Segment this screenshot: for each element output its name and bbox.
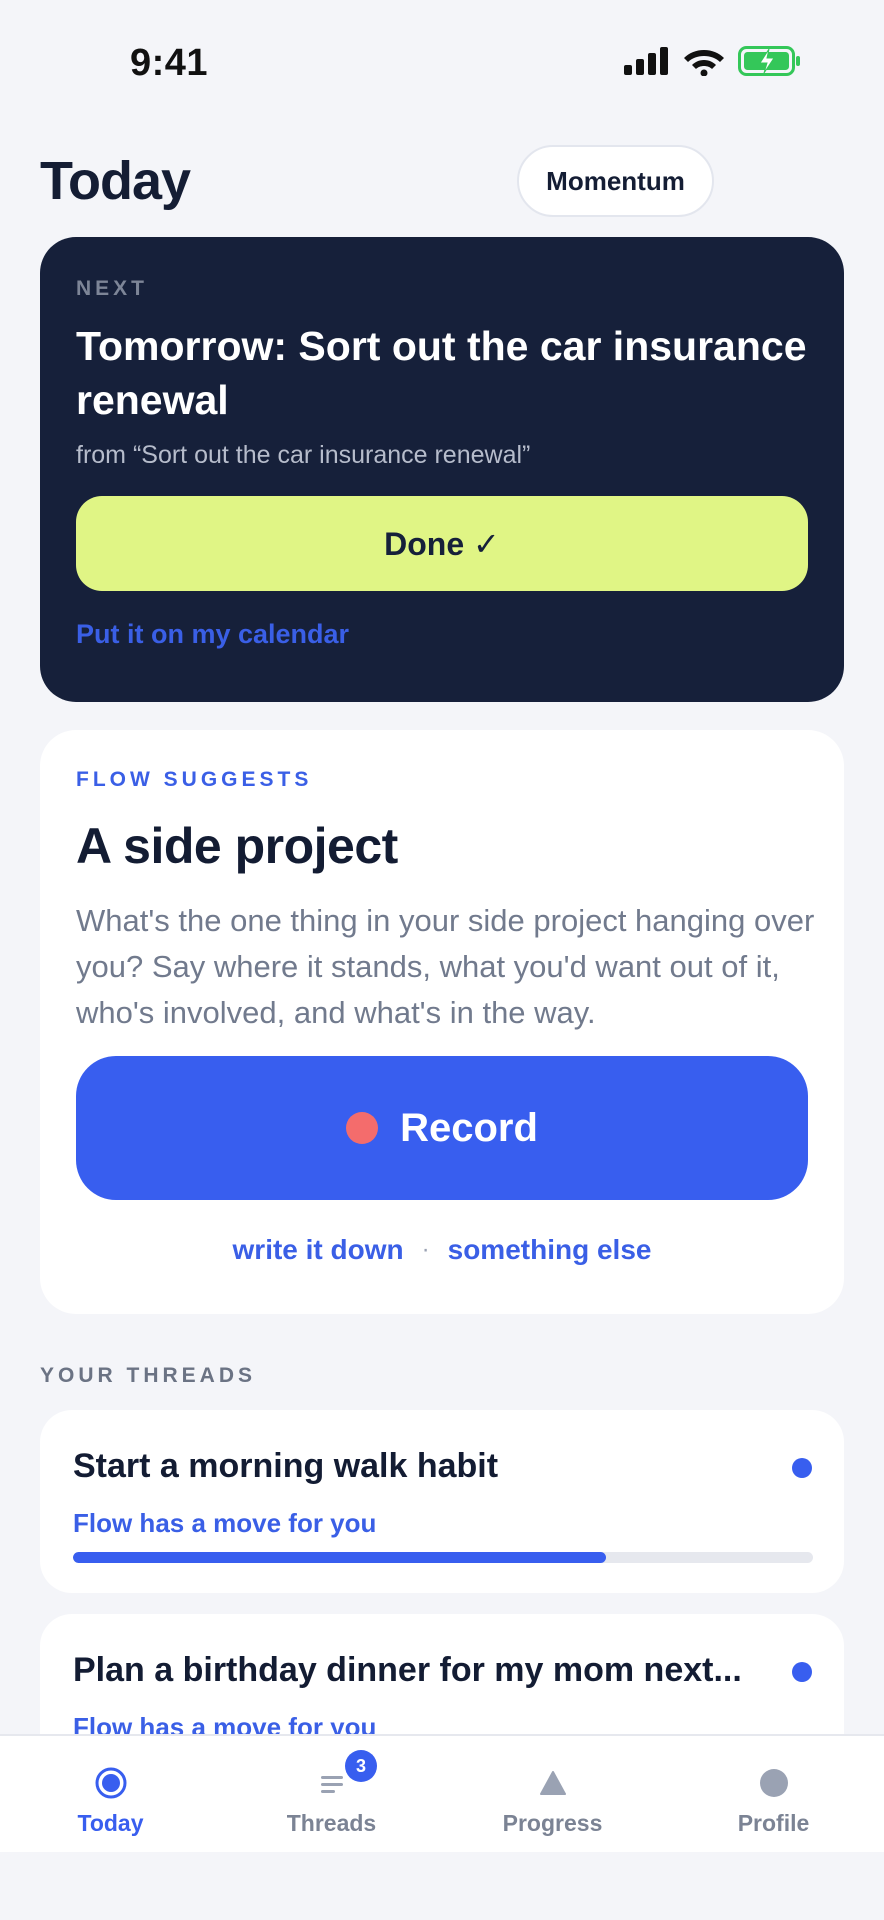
cellular-signal-icon xyxy=(624,47,668,75)
thread-progress-bar xyxy=(73,1552,813,1563)
tab-progress[interactable]: Progress xyxy=(442,1736,663,1854)
momentum-button[interactable]: Momentum xyxy=(517,145,714,217)
wifi-icon xyxy=(684,50,724,76)
tab-threads[interactable]: 3 Threads xyxy=(221,1736,442,1854)
tab-label: Threads xyxy=(286,1810,377,1836)
record-label: Record xyxy=(400,1105,538,1150)
profile-icon xyxy=(759,1769,788,1797)
status-bar: 9:41 xyxy=(0,0,884,120)
threads-heading: YOUR THREADS xyxy=(40,1364,257,1387)
done-button[interactable]: Done ✓ xyxy=(76,496,808,591)
battery-charging-icon xyxy=(738,46,800,76)
threads-badge: 3 xyxy=(345,1750,377,1782)
thread-title: Start a morning walk habit xyxy=(73,1447,499,1485)
write-it-down-link[interactable]: write it down xyxy=(233,1234,404,1266)
tab-label: Progress xyxy=(502,1810,603,1836)
suggest-title: A side project xyxy=(76,818,398,874)
record-button[interactable]: Record xyxy=(76,1056,808,1200)
today-icon xyxy=(95,1767,126,1799)
tab-today[interactable]: Today xyxy=(0,1736,221,1854)
suggest-description: What's the one thing in your side projec… xyxy=(76,903,815,1030)
next-eyebrow: NEXT xyxy=(76,277,149,300)
thread-progress-fill xyxy=(73,1552,606,1563)
calendar-link[interactable]: Put it on my calendar xyxy=(76,619,349,650)
next-action-source: from “Sort out the car insurance renewal… xyxy=(76,441,531,469)
status-time: 9:41 xyxy=(130,42,209,84)
thread-title: Plan a birthday dinner for my mom next..… xyxy=(73,1651,742,1689)
flow-suggest-card: FLOW SUGGESTS A side project What's the … xyxy=(40,730,844,1314)
tab-label: Profile xyxy=(737,1810,810,1836)
thread-status: Flow has a move for you xyxy=(73,1508,377,1538)
unread-dot-icon xyxy=(792,1458,812,1478)
page-title: Today xyxy=(40,151,191,211)
something-else-link[interactable]: something else xyxy=(448,1234,652,1266)
progress-icon xyxy=(539,1771,566,1795)
tab-bar: Today 3 Threads Progress Profile xyxy=(0,1734,884,1852)
unread-dot-icon xyxy=(792,1662,812,1682)
next-action-title: Tomorrow: Sort out the car insurance ren… xyxy=(76,323,807,423)
threads-icon xyxy=(320,1776,343,1793)
status-icons xyxy=(624,46,802,76)
next-action-card: NEXT Tomorrow: Sort out the car insuranc… xyxy=(40,237,844,702)
thread-card[interactable]: Start a morning walk habit Flow has a mo… xyxy=(40,1410,844,1593)
record-dot-icon xyxy=(346,1112,379,1144)
suggest-eyebrow: FLOW SUGGESTS xyxy=(76,768,313,791)
tab-profile[interactable]: Profile xyxy=(663,1736,884,1854)
tab-label: Today xyxy=(77,1810,144,1836)
suggest-links: write it down · something else xyxy=(40,1234,844,1266)
link-separator: · xyxy=(421,1236,430,1263)
